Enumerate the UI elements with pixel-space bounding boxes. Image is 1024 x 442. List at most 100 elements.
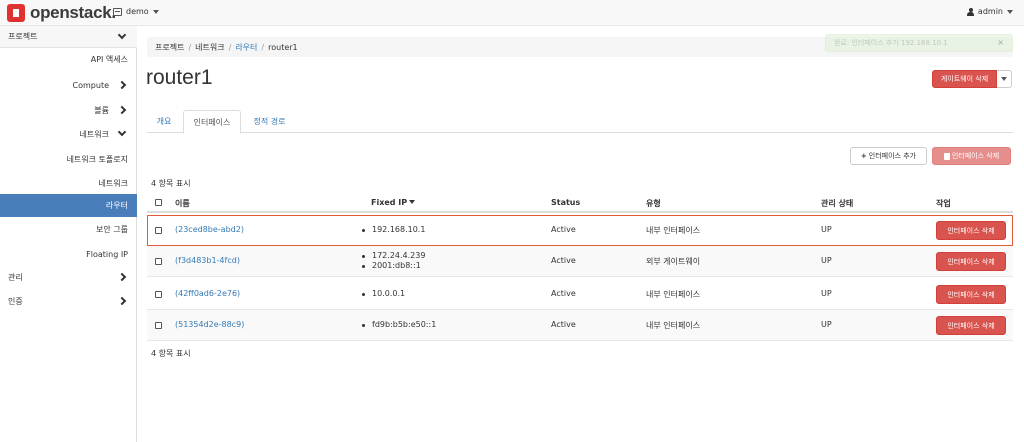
row-checkbox[interactable] (155, 322, 162, 329)
table-row: (42ff0ad6-2e76) 10.0.0.1 Active 내부 인터페이스… (147, 279, 1013, 310)
sidebar-category-identity[interactable]: 인증 (0, 290, 137, 312)
add-interface-button[interactable]: + 인터페이스 추가 (850, 147, 927, 165)
breadcrumb-separator: / (188, 42, 192, 52)
breadcrumb-item-project[interactable]: 프로젝트 (155, 42, 184, 53)
breadcrumb-separator: / (228, 42, 232, 52)
type-cell: 외부 게이트웨이 (646, 257, 701, 266)
sidebar-item-label: 네트워크 토폴로지 (66, 154, 128, 164)
sidebar-item-volumes[interactable]: 볼륨 (0, 99, 137, 121)
project-icon (113, 7, 122, 16)
tab-overview[interactable]: 개요 (147, 110, 181, 133)
column-header-fixed-ip[interactable]: Fixed IP (371, 198, 416, 207)
fixed-ip: 192.168.10.1 (361, 225, 425, 235)
fixed-ip: 10.0.0.1 (361, 289, 405, 299)
chevron-down-icon (1007, 9, 1013, 14)
status-cell: Active (551, 320, 576, 329)
column-header-status[interactable]: Status (551, 198, 580, 207)
admin-state-cell: UP (821, 289, 832, 298)
table-row: (23ced8be-abd2) 192.168.10.1 Active 내부 인… (147, 215, 1013, 246)
chevron-down-icon (152, 9, 159, 14)
sidebar-category-project[interactable]: 프로젝트 (0, 26, 137, 48)
sidebar-category-label: 인증 (8, 296, 23, 306)
top-navbar: openstack. demo admin (0, 0, 1024, 26)
chevron-right-icon (117, 105, 127, 115)
tab-interfaces[interactable]: 인터페이스 (183, 110, 241, 134)
breadcrumb-item-current: router1 (268, 42, 298, 52)
delete-interfaces-button[interactable]: 인터페이스 삭제 (932, 147, 1011, 165)
page-title: router1 (146, 66, 213, 89)
sidebar-category-label: 관리 (8, 272, 23, 282)
sidebar-item-floating-ip[interactable]: Floating IP (0, 243, 137, 265)
status-cell: Active (551, 289, 576, 298)
plus-icon: + (860, 152, 867, 160)
sort-desc-icon (409, 200, 416, 204)
delete-interface-button[interactable]: 인터페이스 삭제 (936, 285, 1006, 304)
delete-interface-button[interactable]: 인터페이스 삭제 (936, 252, 1006, 271)
user-name: admin (977, 7, 1003, 16)
sidebar-category-admin[interactable]: 관리 (0, 266, 137, 288)
fixed-ip-list: 172.24.4.239 2001:db8::1 (361, 251, 425, 271)
chevron-right-icon (117, 80, 127, 90)
row-checkbox[interactable] (155, 258, 162, 265)
table-row: (f3d483b1-4fcd) 172.24.4.239 2001:db8::1… (147, 246, 1013, 277)
sidebar-category-label: 프로젝트 (8, 32, 38, 41)
user-menu[interactable]: admin (966, 7, 1013, 16)
add-interface-label: 인터페이스 추가 (868, 152, 917, 160)
sidebar-item-networks[interactable]: 네트워크 (0, 172, 137, 194)
sidebar-item-security-groups[interactable]: 보안 그룹 (0, 218, 137, 240)
sidebar-item-label: 보안 그룹 (96, 224, 128, 234)
fixed-ip: 2001:db8::1 (361, 261, 425, 271)
admin-state-cell: UP (821, 225, 832, 234)
sidebar-item-label: API 액세스 (90, 54, 128, 64)
sidebar-item-network-topology[interactable]: 네트워크 토폴로지 (0, 148, 137, 170)
breadcrumb-item-network[interactable]: 네트워크 (195, 42, 224, 53)
select-all-checkbox[interactable] (155, 199, 162, 206)
column-header-type[interactable]: 유형 (646, 198, 661, 209)
interface-link[interactable]: (51354d2e-88c9) (175, 320, 244, 329)
column-header-admin-state[interactable]: 관리 상태 (821, 198, 853, 209)
interface-link[interactable]: (f3d483b1-4fcd) (175, 256, 240, 265)
row-checkbox[interactable] (155, 227, 162, 234)
chevron-down-icon (117, 30, 127, 40)
column-header-actions: 작업 (936, 199, 951, 208)
brand-text: openstack. (30, 3, 116, 22)
openstack-logo[interactable]: openstack. (7, 3, 116, 22)
tab-static-routes[interactable]: 정적 경로 (244, 110, 295, 133)
close-icon[interactable]: × (997, 38, 1004, 47)
type-cell: 내부 인터페이스 (646, 226, 701, 235)
sidebar-item-compute[interactable]: Compute (0, 74, 137, 96)
router-actions-group: 게이트웨이 삭제 (932, 70, 1012, 88)
interface-link[interactable]: (42ff0ad6-2e76) (175, 289, 240, 298)
sidebar-item-label: Compute (72, 80, 109, 90)
breadcrumb-separator: / (261, 42, 265, 52)
fixed-ip-list: 10.0.0.1 (361, 289, 405, 299)
admin-state-cell: UP (821, 320, 832, 329)
status-cell: Active (551, 256, 576, 265)
user-icon (966, 7, 974, 16)
fixed-ip: fd9b:b5b:e50::1 (361, 320, 436, 330)
item-count-bottom: 4 항목 표시 (151, 349, 191, 358)
sidebar-item-api-access[interactable]: API 액세스 (0, 48, 137, 70)
project-selector[interactable]: demo (113, 7, 159, 16)
chevron-down-icon (117, 127, 127, 137)
router-tabs: 개요 인터페이스 정적 경로 (147, 110, 1013, 134)
delete-interface-button[interactable]: 인터페이스 삭제 (936, 316, 1006, 335)
table-header: 이름 Fixed IP Status 유형 관리 상태 작업 (147, 193, 1013, 213)
row-checkbox[interactable] (155, 291, 162, 298)
delete-gateway-button[interactable]: 게이트웨이 삭제 (932, 70, 997, 88)
sidebar-item-label: 라우터 (105, 201, 128, 210)
trash-icon (943, 152, 950, 160)
sidebar-item-label: 네트워크 (98, 178, 128, 188)
delete-interface-button[interactable]: 인터페이스 삭제 (936, 221, 1006, 240)
fixed-ip-list: 192.168.10.1 (361, 225, 425, 235)
status-cell: Active (551, 225, 576, 234)
sidebar-item-network-group[interactable]: 네트워크 (0, 123, 137, 145)
sidebar-item-routers[interactable]: 라우터 (0, 194, 137, 217)
column-header-name[interactable]: 이름 (175, 198, 190, 209)
actions-dropdown-toggle[interactable] (997, 70, 1012, 88)
chevron-down-icon (1001, 77, 1007, 81)
admin-state-cell: UP (821, 256, 832, 265)
fixed-ip-list: fd9b:b5b:e50::1 (361, 320, 436, 330)
interface-link[interactable]: (23ced8be-abd2) (175, 225, 244, 234)
breadcrumb-item-routers[interactable]: 라우터 (235, 42, 257, 53)
